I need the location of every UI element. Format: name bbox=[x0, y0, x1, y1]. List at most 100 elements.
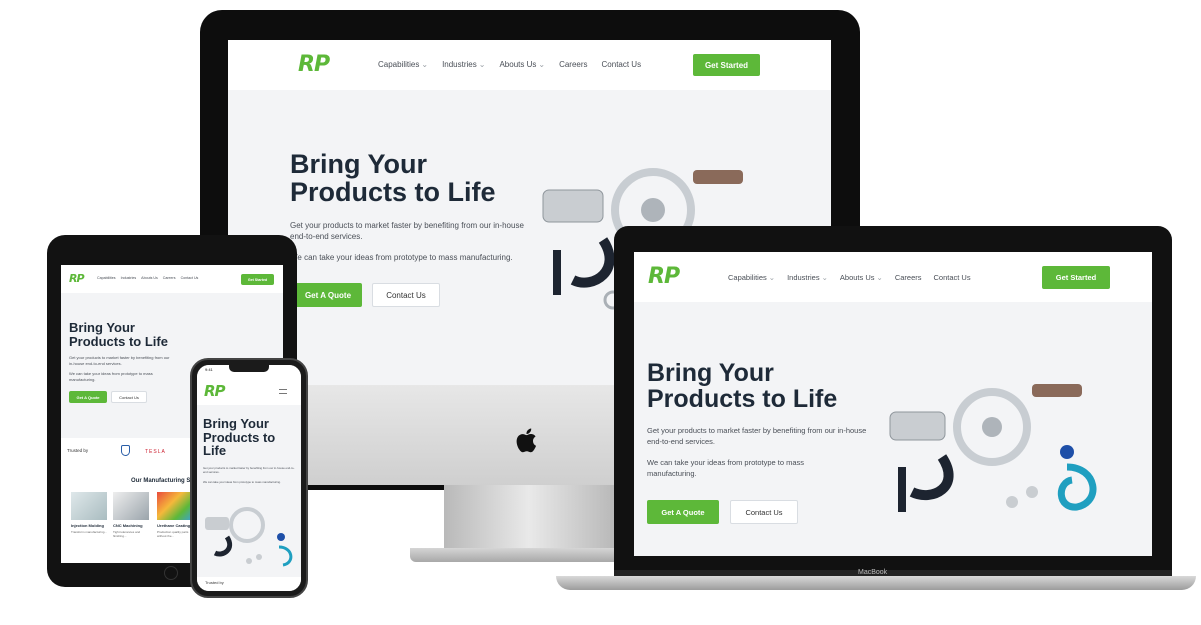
service-desc: Tight tolerances and finishing... bbox=[113, 530, 141, 538]
service-title: Urethane Casting bbox=[157, 523, 191, 528]
laptop-base bbox=[556, 576, 1196, 590]
chevron-down-icon: ⌄ bbox=[421, 60, 429, 69]
hero-paragraph: We can take your ideas from prototype to… bbox=[647, 458, 805, 478]
trusted-by-label: Trusted by bbox=[205, 580, 224, 585]
hero-title-line: Bring Your bbox=[647, 359, 774, 387]
phone-status-bar: 9:41 bbox=[197, 365, 301, 375]
hero-title-line: Products to bbox=[203, 429, 276, 445]
tablet-home-button bbox=[164, 566, 178, 580]
nav-item-capabilities[interactable]: Capabilities bbox=[97, 276, 116, 280]
laptop-label: MacBook bbox=[858, 569, 888, 576]
chevron-down-icon: ⌄ bbox=[478, 60, 486, 69]
hero-title-line: Products to Life bbox=[69, 333, 168, 349]
logo[interactable]: RP bbox=[298, 52, 330, 77]
nav-item-capabilities[interactable]: Capabilities ⌄ bbox=[728, 273, 775, 282]
hero-title-line: Products to Life bbox=[290, 177, 496, 208]
hero-paragraph: Get your products to market faster by be… bbox=[203, 466, 295, 474]
hero-title-line: Bring Your bbox=[203, 416, 269, 431]
service-image bbox=[113, 492, 149, 520]
chevron-down-icon: ⌄ bbox=[821, 273, 828, 282]
hero-title: Bring Your Products to Life bbox=[203, 417, 275, 458]
logo[interactable]: RP bbox=[204, 382, 226, 400]
nav-item-contact[interactable]: Contact Us bbox=[602, 60, 642, 69]
get-started-button[interactable]: Get Started bbox=[1042, 266, 1110, 289]
site-header: RP bbox=[197, 375, 301, 405]
shield-icon bbox=[121, 445, 130, 456]
hero-paragraph: Get your products to market faster by be… bbox=[647, 426, 867, 446]
main-nav: Capabilities ⌄ Industries ⌄ Abouts Us ⌄ Car… bbox=[378, 60, 641, 69]
hero-title: Bring Your Products to Life bbox=[69, 321, 168, 348]
nav-item-industries[interactable]: Industries bbox=[121, 276, 137, 280]
logo[interactable]: RP bbox=[69, 272, 85, 285]
nav-item-industries[interactable]: Industries ⌄ bbox=[787, 273, 828, 282]
apple-icon bbox=[510, 423, 544, 457]
product-parts-image bbox=[205, 507, 293, 567]
hero-section: Bring Your Products to Life Get your pro… bbox=[634, 302, 1152, 556]
get-quote-button[interactable]: Get A Quote bbox=[69, 391, 107, 403]
hero-paragraph: Get your products to market faster by be… bbox=[290, 221, 524, 242]
hero-title: Bring Your Products to Life bbox=[647, 360, 837, 413]
service-desc: Transform manufacturing... bbox=[71, 530, 107, 534]
hero-title-line: Bring Your bbox=[290, 149, 428, 179]
chevron-down-icon: ⌄ bbox=[768, 273, 776, 282]
manufacturing-heading: Our Manufacturing S bbox=[131, 478, 191, 484]
hero-title-line: Bring Your bbox=[69, 320, 135, 335]
hero-title: Bring Your Products to Life bbox=[290, 150, 496, 207]
nav-label: Abouts Us bbox=[839, 273, 875, 282]
brand-logo-tesla: TESLA bbox=[145, 449, 166, 455]
hero-paragraph: We can take your ideas from prototype to… bbox=[203, 480, 281, 484]
nav-item-about[interactable]: Abouts Us ⌄ bbox=[840, 273, 883, 282]
service-title: CNC Machining bbox=[113, 523, 143, 528]
nav-item-contact[interactable]: Contact Us bbox=[934, 273, 971, 282]
main-nav: Capabilities Industries Abouts Us Career… bbox=[97, 276, 198, 280]
nav-item-contact[interactable]: Contact Us bbox=[181, 276, 199, 280]
get-started-button[interactable]: Get Started bbox=[693, 54, 760, 76]
hero-title-line: Products to Life bbox=[647, 385, 838, 414]
chevron-down-icon: ⌄ bbox=[538, 60, 546, 69]
service-card[interactable]: Injection Molding Transform manufacturin… bbox=[71, 492, 107, 534]
hero-paragraph: We can take your ideas from prototype to… bbox=[69, 371, 153, 382]
nav-item-about[interactable]: Abouts Us ⌄ bbox=[499, 60, 545, 69]
nav-label: Industries bbox=[787, 273, 820, 282]
main-nav: Capabilities ⌄ Industries ⌄ Abouts Us ⌄ Car… bbox=[728, 273, 971, 282]
contact-us-button[interactable]: Contact Us bbox=[111, 391, 147, 403]
phone-screen: 9:41 RP Bring Your Products to Life Get … bbox=[197, 365, 301, 591]
hero-paragraph: We can take your ideas from prototype to… bbox=[290, 253, 513, 262]
nav-item-careers[interactable]: Careers bbox=[163, 276, 176, 280]
nav-item-about[interactable]: Abouts Us bbox=[141, 276, 158, 280]
hamburger-icon[interactable] bbox=[279, 389, 287, 394]
service-image bbox=[157, 492, 193, 520]
phone-notch bbox=[229, 365, 269, 372]
nav-item-industries[interactable]: Industries ⌄ bbox=[442, 60, 485, 69]
service-image bbox=[71, 492, 107, 520]
nav-label: Abouts Us bbox=[499, 60, 537, 69]
laptop-screen: RP Capabilities ⌄ Industries ⌄ Abouts Us ⌄ … bbox=[634, 252, 1152, 556]
imac-stand bbox=[444, 485, 614, 553]
nav-label: Capabilities bbox=[728, 273, 767, 282]
nav-item-careers[interactable]: Careers bbox=[895, 273, 922, 282]
site-header: RP Capabilities Industries Abouts Us Car… bbox=[61, 265, 283, 293]
hero-section: Bring Your Products to Life Get your pro… bbox=[197, 405, 301, 577]
get-started-button[interactable]: Get Started bbox=[241, 274, 274, 285]
get-quote-button[interactable]: Get A Quote bbox=[647, 500, 719, 524]
product-parts-image bbox=[889, 384, 1097, 512]
service-title: Injection Molding bbox=[71, 523, 104, 528]
logo[interactable]: RP bbox=[648, 264, 680, 289]
service-card[interactable]: CNC Machining Tight tolerances and finis… bbox=[113, 492, 149, 538]
site-header: RP Capabilities ⌄ Industries ⌄ Abouts Us ⌄ … bbox=[634, 252, 1152, 302]
nav-item-capabilities[interactable]: Capabilities ⌄ bbox=[378, 60, 428, 69]
service-card[interactable]: Urethane Casting Production quality part… bbox=[157, 492, 193, 538]
nav-label: Capabilities bbox=[378, 60, 420, 69]
chevron-down-icon: ⌄ bbox=[876, 273, 883, 282]
contact-us-button[interactable]: Contact Us bbox=[372, 283, 440, 307]
nav-item-careers[interactable]: Careers bbox=[559, 60, 587, 69]
hero-paragraph: Get your products to market faster by be… bbox=[69, 355, 170, 366]
service-desc: Production quality parts without the... bbox=[157, 530, 189, 538]
get-quote-button[interactable]: Get A Quote bbox=[294, 283, 362, 307]
trusted-by-row: Trusted by bbox=[197, 577, 301, 591]
nav-label: Industries bbox=[442, 60, 477, 69]
contact-us-button[interactable]: Contact Us bbox=[730, 500, 798, 524]
trusted-by-label: Trusted by bbox=[67, 448, 89, 453]
hero-title-line: Life bbox=[203, 443, 227, 459]
status-time: 9:41 bbox=[205, 367, 213, 372]
